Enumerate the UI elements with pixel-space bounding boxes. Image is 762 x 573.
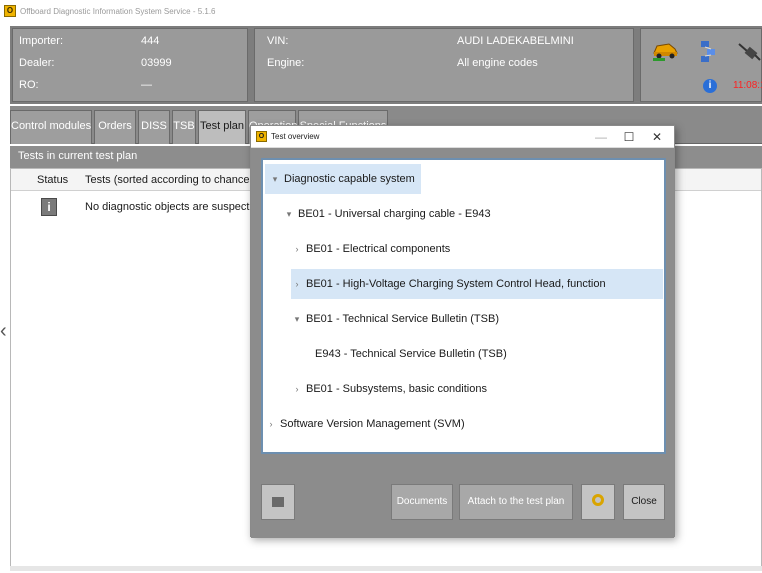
filter-icon	[272, 497, 284, 507]
tree-node[interactable]: › BE01 - High-Voltage Charging System Con…	[291, 269, 663, 299]
dialog-body: ▾ Diagnostic capable system ▾ BE01 - Unive…	[251, 148, 674, 538]
close-button[interactable]: Close	[623, 484, 665, 520]
tree-node[interactable]: ▾ BE01 - Technical Service Bulletin (TSB)	[291, 304, 499, 334]
tree-node[interactable]: E943 - Technical Service Bulletin (TSB)	[315, 339, 507, 369]
dialog-title: Test overview	[271, 132, 320, 141]
clock-time: 11:08:1	[733, 80, 762, 91]
chevron-down-icon[interactable]: ▾	[283, 199, 295, 229]
chevron-down-icon[interactable]: ▾	[269, 164, 281, 194]
horizontal-scrollbar[interactable]	[10, 566, 762, 571]
minimize-button[interactable]: —	[591, 129, 611, 145]
test-overview-dialog: O Test overview — ☐ ✕ ▾ Diagnostic capabl…	[250, 125, 675, 538]
app-icon: O	[4, 5, 16, 17]
car-diagnostics-icon[interactable]	[651, 39, 679, 61]
dialog-titlebar[interactable]: O Test overview — ☐ ✕	[251, 126, 674, 148]
vehicle-info-panel: Importer: 444 Dealer: 03999 RO: — VIN: A…	[10, 26, 762, 104]
info-status-icon: i	[41, 198, 57, 216]
column-tests[interactable]: Tests (sorted according to chances	[85, 174, 255, 186]
tree-node-label: BE01 - High-Voltage Charging System Cont…	[306, 278, 606, 290]
window-titlebar: O Offboard Diagnostic Information System…	[0, 0, 762, 22]
maximize-button[interactable]: ☐	[619, 129, 639, 145]
dialog-app-icon: O	[256, 131, 267, 142]
dealer-info-box: Importer: 444 Dealer: 03999 RO: —	[12, 28, 248, 102]
engine-value: All engine codes	[457, 57, 538, 69]
dealer-label: Dealer:	[19, 57, 55, 69]
search-button[interactable]	[581, 484, 615, 520]
vin-value: AUDI LADEKABELMINI	[457, 35, 574, 47]
importer-value: 444	[141, 35, 160, 47]
chevron-right-icon[interactable]: ›	[291, 374, 303, 404]
toolbar-box: i 11:08:1	[640, 28, 762, 102]
network-icon[interactable]	[699, 39, 717, 63]
tree-node[interactable]: › Software Version Management (SVM)	[265, 409, 465, 439]
vehicle-info-box: VIN: AUDI LADEKABELMINI Engine: All engi…	[254, 28, 634, 102]
tree-node-label: BE01 - Universal charging cable - E943	[298, 208, 491, 220]
tab-tsb[interactable]: TSB	[172, 110, 196, 144]
test-tree: ▾ Diagnostic capable system ▾ BE01 - Unive…	[261, 158, 666, 454]
tree-node-label: Diagnostic capable system	[284, 173, 415, 185]
tree-node-label: BE01 - Electrical components	[306, 243, 451, 255]
tree-node-label: E943 - Technical Service Bulletin (TSB)	[315, 348, 507, 360]
tree-node[interactable]: ▾ Diagnostic capable system	[265, 164, 421, 194]
chevron-right-icon[interactable]: ›	[291, 269, 303, 299]
tab-diss[interactable]: DISS	[138, 110, 170, 144]
vin-label: VIN:	[267, 35, 289, 47]
tab-orders[interactable]: Orders	[94, 110, 136, 144]
chevron-right-icon[interactable]: ›	[291, 234, 303, 264]
tab-test-plan[interactable]: Test plan	[198, 110, 246, 144]
tree-node-label: BE01 - Technical Service Bulletin (TSB)	[306, 313, 499, 325]
importer-label: Importer:	[19, 35, 64, 47]
window-title: Offboard Diagnostic Information System S…	[20, 6, 216, 16]
tree-node[interactable]: › BE01 - Electrical components	[291, 234, 451, 264]
chevron-down-icon[interactable]: ▾	[291, 304, 303, 334]
row-text: No diagnostic objects are suspecte	[85, 201, 256, 213]
filter-button[interactable]	[261, 484, 295, 520]
info-icon[interactable]: i	[703, 79, 717, 93]
dealer-value: 03999	[141, 57, 172, 69]
attach-to-test-plan-button[interactable]: Attach to the test plan	[459, 484, 573, 520]
plug-icon[interactable]	[737, 41, 761, 63]
dialog-footer: Documents Attach to the test plan Close	[251, 470, 674, 536]
column-status[interactable]: Status	[37, 174, 68, 186]
chevron-right-icon[interactable]: ›	[265, 409, 277, 439]
tree-node[interactable]: ▾ BE01 - Universal charging cable - E943	[283, 199, 491, 229]
tree-node-label: BE01 - Subsystems, basic conditions	[306, 383, 487, 395]
ro-value: —	[141, 79, 152, 91]
search-icon	[592, 494, 604, 506]
close-icon[interactable]: ✕	[647, 129, 667, 145]
tree-node[interactable]: › BE01 - Subsystems, basic conditions	[291, 374, 487, 404]
ro-label: RO:	[19, 79, 39, 91]
documents-button[interactable]: Documents	[391, 484, 453, 520]
chevron-left-icon[interactable]: ‹	[0, 320, 7, 343]
tab-control-modules[interactable]: Control modules	[10, 110, 92, 144]
tree-node-label: Software Version Management (SVM)	[280, 418, 465, 430]
engine-label: Engine:	[267, 57, 305, 69]
